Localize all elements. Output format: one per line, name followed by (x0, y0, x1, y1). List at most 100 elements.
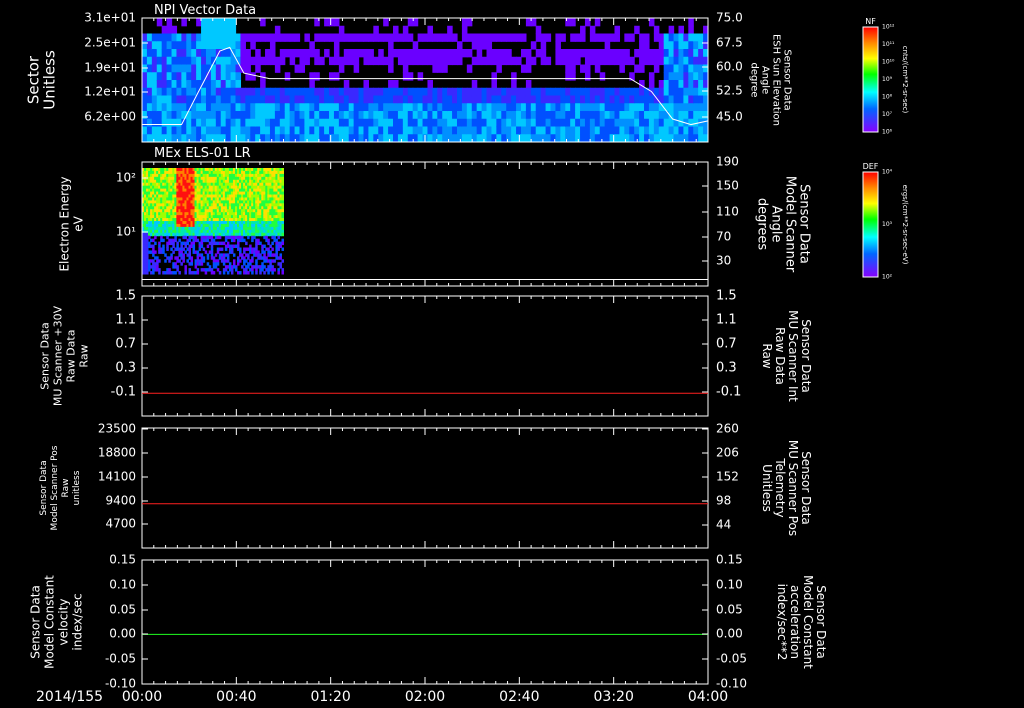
heatmap-cell (609, 95, 616, 104)
heatmap-cell (658, 49, 665, 58)
heatmap-cell (196, 238, 200, 243)
heatmap-cell (540, 111, 547, 120)
heatmap-cell (269, 262, 272, 266)
heatmap-cell (156, 256, 159, 260)
heatmap-cell (688, 126, 694, 135)
heatmap-cell (580, 95, 586, 104)
heatmap-cell (535, 103, 542, 112)
heatmap-cell (663, 64, 670, 73)
heatmap-cell (520, 126, 527, 135)
heatmap-cell (184, 271, 187, 275)
heatmap-cell (156, 134, 163, 142)
heatmap-cell (255, 56, 261, 66)
heatmap-cell (324, 111, 330, 120)
heatmap-cell (466, 103, 473, 112)
heatmap-cell (253, 235, 256, 240)
heatmap-cell (619, 126, 625, 135)
heatmap-cell (402, 111, 409, 120)
heatmap-cell (609, 87, 616, 97)
heatmap-cell (247, 265, 250, 269)
heatmap-cell (589, 111, 596, 120)
heatmap-cell (614, 56, 621, 66)
heatmap-cell (668, 80, 675, 89)
heatmap-cell (668, 64, 675, 73)
heatmap-cell (442, 56, 448, 66)
heatmap-cell (584, 49, 591, 58)
heatmap-cell (437, 103, 443, 112)
heatmap-cell (215, 103, 222, 112)
heatmap-cell (452, 49, 458, 58)
heatmap-cell (388, 64, 394, 73)
heatmap-cell (304, 87, 310, 97)
heatmap-cell (191, 49, 197, 58)
heatmap-cell (378, 87, 384, 97)
heatmap-cell (511, 95, 517, 104)
colorbar-tick: 10³ (882, 221, 893, 228)
heatmap-cell (314, 49, 320, 58)
heatmap-cell (255, 111, 261, 120)
heatmap-cell (206, 244, 210, 248)
heatmap-cell (530, 95, 537, 104)
heatmap-cell (461, 118, 468, 128)
heatmap-cell (281, 232, 284, 237)
heatmap-cell (594, 87, 601, 97)
heatmap-cell (693, 103, 699, 112)
heatmap-cell (269, 118, 276, 128)
heatmap-cell (212, 238, 216, 243)
heatmap-cell (184, 244, 187, 248)
heatmap-cell (259, 241, 262, 246)
y2-axis-label: Sensor Data (782, 49, 793, 110)
heatmap-cell (210, 126, 217, 135)
heatmap-cell (284, 49, 291, 58)
heatmap-cell (176, 256, 179, 260)
heatmap-cell (275, 250, 278, 254)
heatmap-cell (232, 262, 236, 266)
heatmap-cell (570, 49, 576, 58)
heatmap-cell (373, 103, 379, 112)
heatmap-cell (570, 95, 576, 104)
heatmap-cell (206, 262, 210, 266)
heatmap-cell (639, 33, 645, 42)
heatmap-cell (275, 238, 278, 243)
heatmap-cell (456, 111, 463, 120)
heatmap-cell (222, 262, 226, 266)
heatmap-cell (481, 103, 488, 112)
heatmap-cell (281, 223, 284, 228)
heatmap-cell (648, 103, 655, 112)
heatmap-cell (658, 111, 665, 120)
heatmap-cell (604, 103, 611, 112)
heatmap-cell (190, 256, 194, 260)
heatmap-cell (639, 134, 645, 142)
heatmap-cell (378, 33, 384, 42)
heatmap-cell (220, 41, 227, 50)
heatmap-cell (501, 56, 507, 66)
heatmap-cell (388, 87, 394, 97)
els-heatmap (142, 168, 284, 275)
heatmap-cell (343, 95, 350, 104)
heatmap-cell (688, 72, 694, 81)
heatmap-cell (319, 118, 325, 128)
heatmap-cell (182, 259, 185, 263)
heatmap-cell (146, 95, 153, 104)
y-tick-label: 2.5e+01 (84, 36, 136, 50)
heatmap-cell (619, 134, 625, 142)
heatmap-cell (624, 126, 630, 135)
heatmap-cell (259, 271, 262, 275)
heatmap-cell (265, 126, 271, 135)
heatmap-cell (511, 72, 517, 81)
colorbar (862, 26, 879, 133)
y2-tick-label: 152 (716, 470, 739, 484)
heatmap-cell (402, 72, 409, 81)
heatmap-cell (575, 87, 581, 97)
heatmap-cell (678, 72, 684, 81)
heatmap-cell (383, 126, 389, 135)
heatmap-cell (230, 271, 234, 275)
heatmap-cell (161, 49, 168, 58)
heatmap-cell (181, 72, 187, 81)
heatmap-cell (688, 103, 694, 112)
heatmap-cell (393, 95, 399, 104)
heatmap-cell (348, 87, 355, 97)
heatmap-cell (148, 268, 151, 272)
heatmap-cell (442, 64, 448, 73)
heatmap-cell (294, 111, 301, 120)
